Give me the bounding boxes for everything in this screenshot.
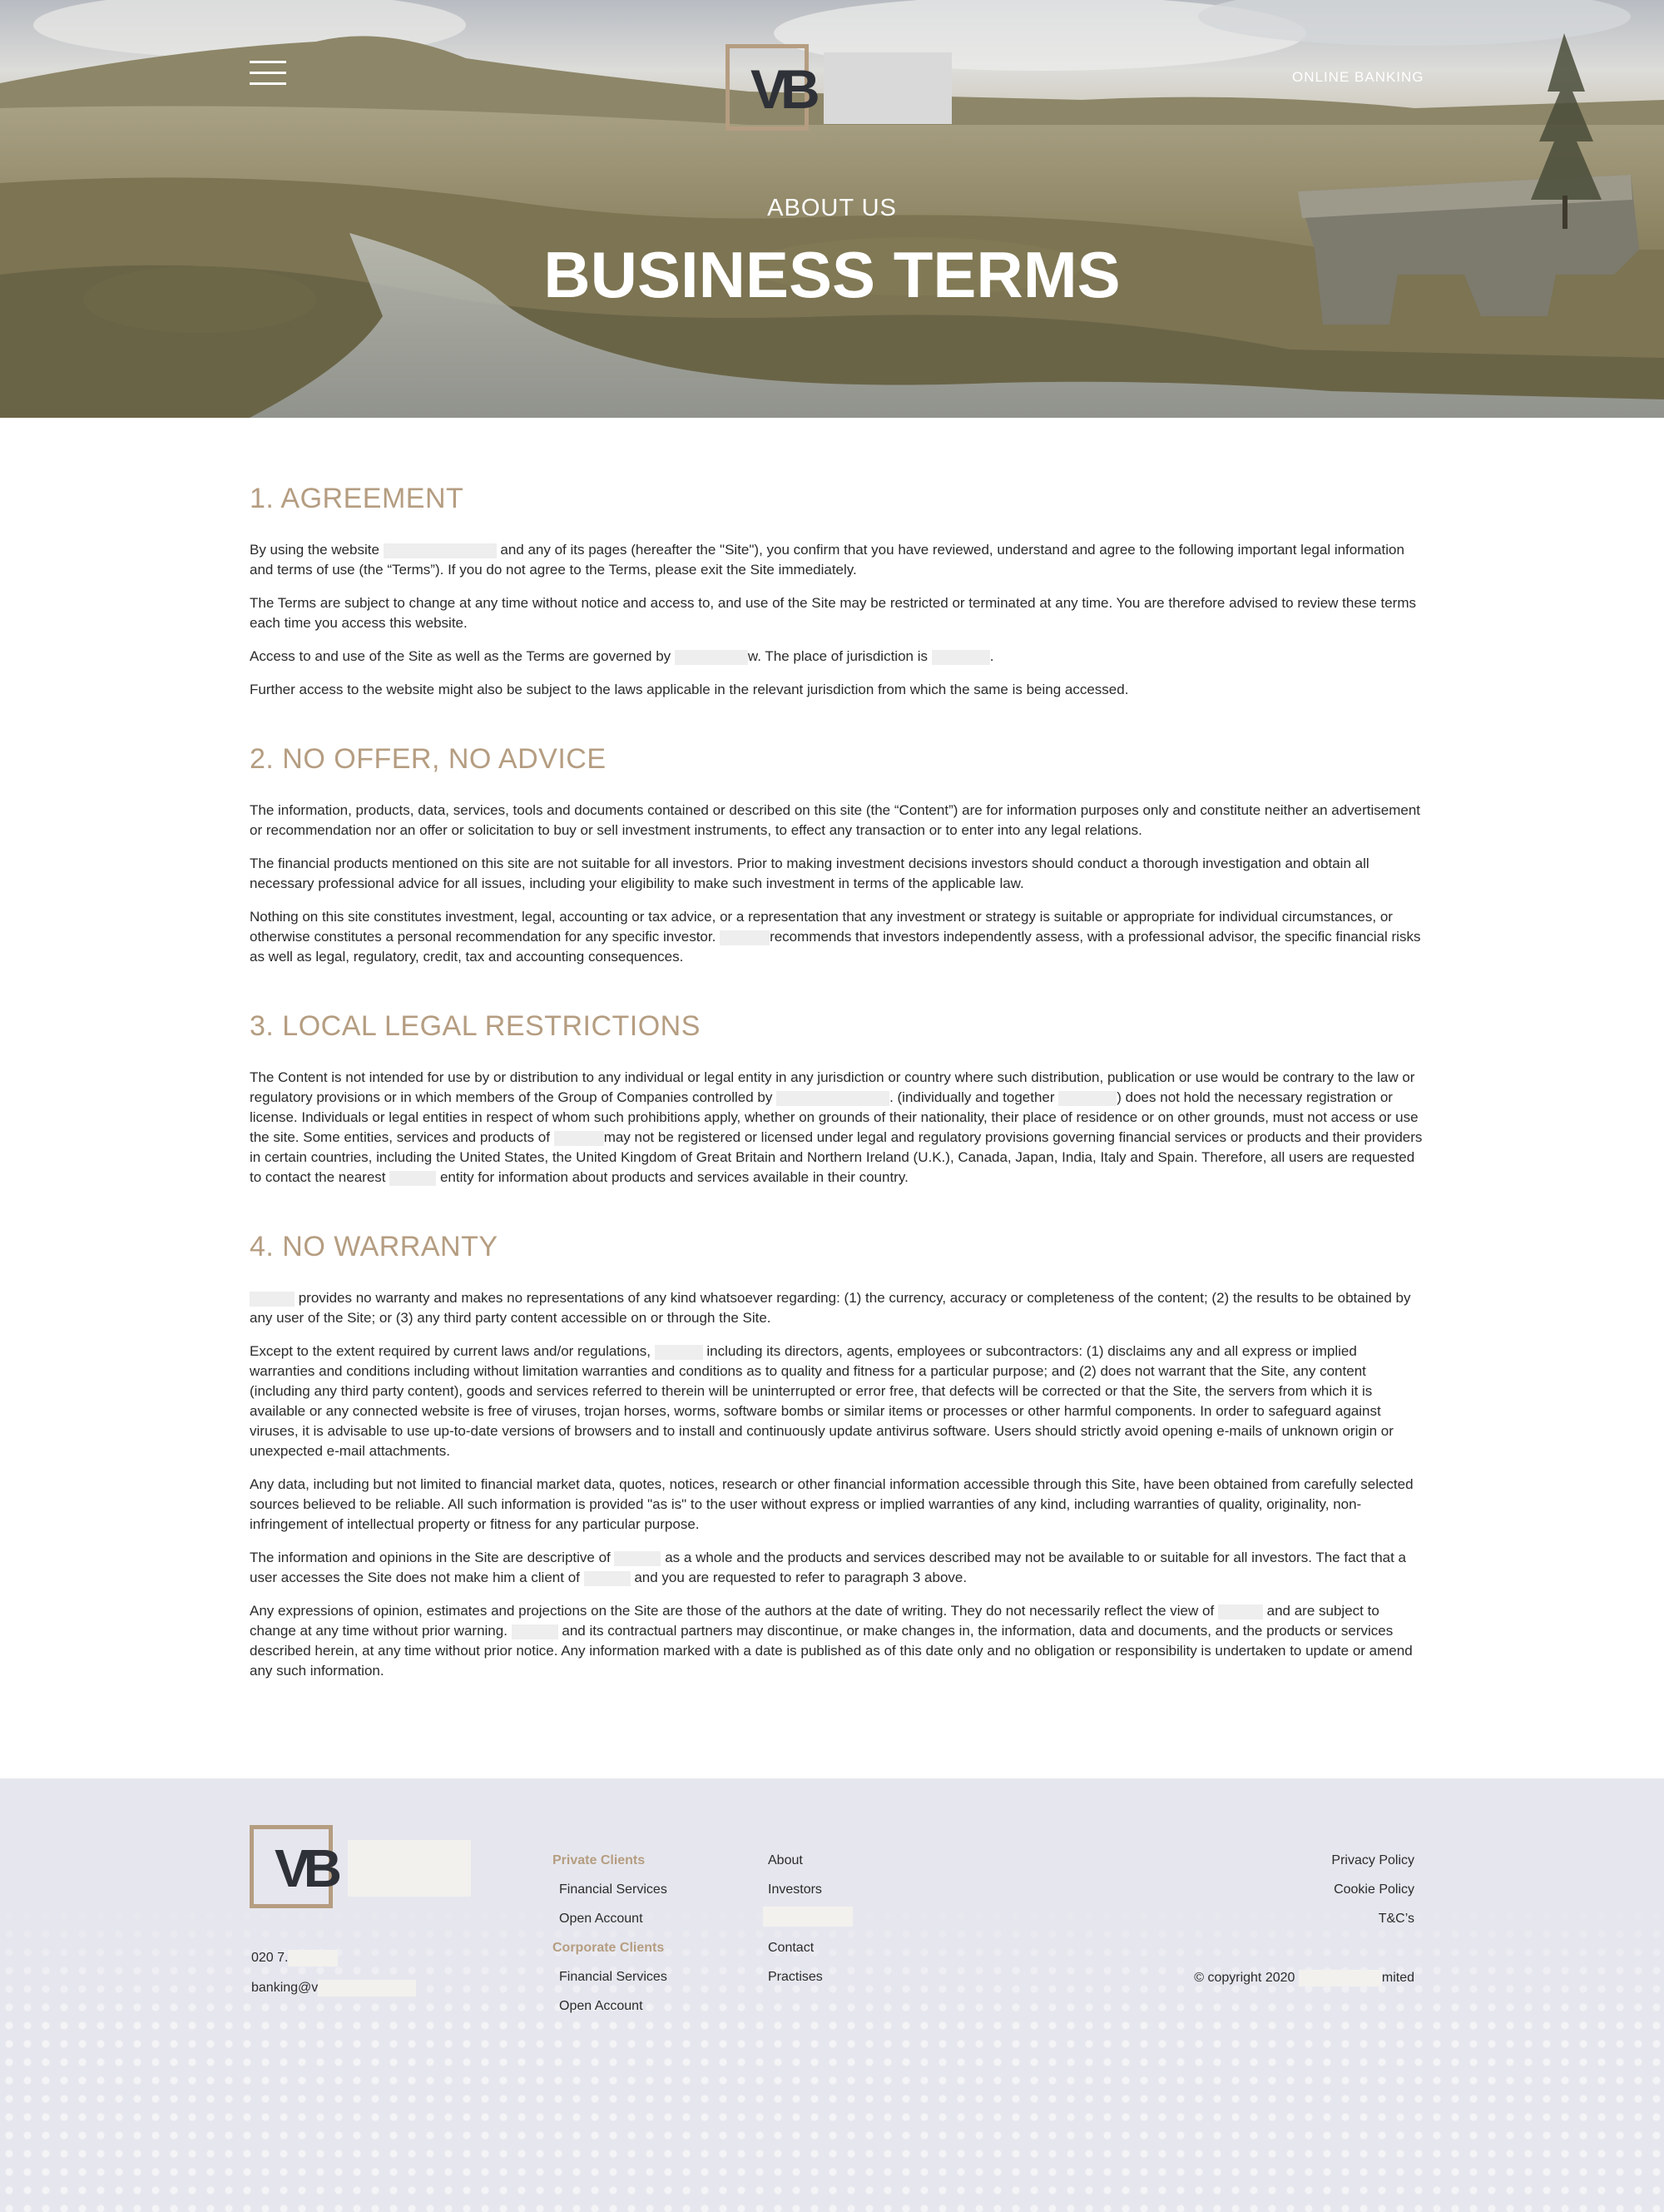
redacted-text xyxy=(288,1950,339,1966)
redacted-text xyxy=(318,1980,417,1996)
footer-practises-link[interactable]: Practises xyxy=(768,1970,823,1985)
hero-banner: VB ONLINE BANKING ABOUT US BUSINESS TERM… xyxy=(0,0,1664,418)
redacted-text xyxy=(1217,1604,1263,1619)
footer-phone-text: 020 7. xyxy=(251,1951,289,1966)
redacted-text xyxy=(931,649,990,665)
terms-content: 1. AGREEMENT By using the website and any… xyxy=(250,483,1423,1724)
hamburger-line xyxy=(250,82,286,85)
footer-private-financial-services[interactable]: Financial Services xyxy=(559,1882,667,1897)
terms-section: 4. NO WARRANTY provides no warranty and … xyxy=(250,1231,1423,1681)
terms-section: 1. AGREEMENT By using the website and any… xyxy=(250,483,1423,700)
footer-corporate-open-account[interactable]: Open Account xyxy=(559,1999,643,2014)
footer-legal-column: Privacy Policy Cookie Policy T&C’s © cop… xyxy=(1082,1853,1414,2003)
footer-tcs-link[interactable]: T&C’s xyxy=(1379,1912,1414,1927)
logo-monogram: VB xyxy=(275,1838,342,1898)
paragraph-text: By using the website xyxy=(250,542,384,558)
logo-wordmark-redacted xyxy=(824,52,952,124)
footer-email[interactable]: banking@v xyxy=(251,1980,417,1996)
footer-privacy-policy-link[interactable]: Privacy Policy xyxy=(1331,1853,1414,1868)
footer-about-link[interactable]: About xyxy=(768,1853,803,1868)
paragraph-text: w. The place of jurisdiction is xyxy=(747,648,932,664)
paragraph-text: . xyxy=(989,648,994,664)
footer-investors-link[interactable]: Investors xyxy=(768,1882,822,1897)
redacted-text xyxy=(511,1624,558,1639)
redacted-text xyxy=(553,1130,604,1146)
site-footer: VB 020 7. banking@v Private Clients Fina… xyxy=(0,1778,1664,2212)
copyright-suffix: mited xyxy=(1381,1971,1414,1986)
footer-company-column: About Investors Contact Practises xyxy=(763,1853,901,2003)
redacted-text xyxy=(1298,1970,1382,1986)
terms-section: 3. LOCAL LEGAL RESTRICTIONS The Content i… xyxy=(250,1010,1423,1188)
section-paragraph: Any expressions of opinion, estimates an… xyxy=(250,1601,1423,1681)
footer-logo[interactable]: VB xyxy=(250,1825,471,1908)
redacted-text xyxy=(250,1291,295,1307)
hamburger-menu-icon[interactable] xyxy=(250,61,286,86)
hamburger-line xyxy=(250,61,286,63)
page-title: BUSINESS TERMS xyxy=(543,238,1121,311)
section-heading: 3. LOCAL LEGAL RESTRICTIONS xyxy=(250,1010,701,1042)
footer-cookie-policy-link[interactable]: Cookie Policy xyxy=(1334,1882,1414,1897)
redacted-text xyxy=(383,543,497,558)
paragraph-text: The Terms are subject to change at any t… xyxy=(250,595,1416,631)
footer-copyright: © copyright 2020 mited xyxy=(1194,1970,1414,1986)
footer-corporate-clients[interactable]: Corporate Clients xyxy=(552,1941,664,1956)
paragraph-text: and you are requested to refer to paragr… xyxy=(630,1570,968,1585)
header-logo[interactable]: VB xyxy=(726,44,952,131)
redacted-text xyxy=(1058,1090,1117,1106)
paragraph-text: Except to the extent required by current… xyxy=(250,1343,655,1359)
section-paragraph: Except to the extent required by current… xyxy=(250,1342,1423,1461)
redacted-text xyxy=(614,1550,661,1566)
paragraph-text: The information, products, data, service… xyxy=(250,802,1421,838)
section-paragraph: The financial products mentioned on this… xyxy=(250,854,1423,894)
redacted-text xyxy=(389,1170,437,1186)
paragraph-text: The financial products mentioned on this… xyxy=(250,856,1369,891)
paragraph-text: Access to and use of the Site as well as… xyxy=(250,648,675,664)
logo-wordmark-redacted xyxy=(348,1840,471,1897)
footer-email-text: banking@v xyxy=(251,1981,319,1996)
footer-private-open-account[interactable]: Open Account xyxy=(559,1912,643,1927)
paragraph-text: Any data, including but not limited to f… xyxy=(250,1476,1414,1532)
section-paragraph: Access to and use of the Site as well as… xyxy=(250,647,1423,667)
footer-private-clients[interactable]: Private Clients xyxy=(552,1853,645,1868)
paragraph-text: Further access to the website might also… xyxy=(250,682,1129,697)
redacted-text xyxy=(674,649,748,665)
section-heading: 2. NO OFFER, NO ADVICE xyxy=(250,743,607,775)
paragraph-text: Any expressions of opinion, estimates an… xyxy=(250,1603,1218,1619)
footer-phone[interactable]: 020 7. xyxy=(251,1950,339,1966)
redacted-text xyxy=(583,1570,631,1586)
section-heading: 4. NO WARRANTY xyxy=(250,1231,498,1262)
redacted-text xyxy=(720,930,770,945)
section-paragraph: Further access to the website might also… xyxy=(250,680,1423,700)
hamburger-line xyxy=(250,72,286,74)
paragraph-text: provides no warranty and makes no repres… xyxy=(250,1290,1411,1326)
redacted-text xyxy=(776,1090,890,1106)
paragraph-text: entity for information about products an… xyxy=(436,1169,909,1185)
redacted-text xyxy=(763,1907,853,1927)
section-paragraph: The information, products, data, service… xyxy=(250,801,1423,841)
section-paragraph: Nothing on this site constitutes investm… xyxy=(250,907,1423,967)
copyright-prefix: © copyright 2020 xyxy=(1194,1971,1295,1986)
online-banking-link[interactable]: ONLINE BANKING xyxy=(1292,69,1424,86)
section-paragraph: The Content is not intended for use by o… xyxy=(250,1068,1423,1188)
footer-clients-column: Private Clients Financial Services Open … xyxy=(552,1853,719,2061)
footer-corporate-financial-services[interactable]: Financial Services xyxy=(559,1970,667,1985)
section-paragraph: Any data, including but not limited to f… xyxy=(250,1475,1423,1535)
section-paragraph: provides no warranty and makes no repres… xyxy=(250,1288,1423,1328)
section-paragraph: The Terms are subject to change at any t… xyxy=(250,593,1423,633)
page-kicker: ABOUT US xyxy=(767,195,897,221)
footer-contact-link[interactable]: Contact xyxy=(768,1941,814,1956)
paragraph-text: . (individually and together xyxy=(889,1089,1059,1105)
paragraph-text: The information and opinions in the Site… xyxy=(250,1550,615,1565)
logo-monogram: VB xyxy=(750,58,820,120)
paragraph-text: including its directors, agents, employe… xyxy=(250,1343,1394,1459)
redacted-text xyxy=(654,1344,703,1360)
section-paragraph: The information and opinions in the Site… xyxy=(250,1548,1423,1588)
section-heading: 1. AGREEMENT xyxy=(250,483,464,514)
footer-redacted-link[interactable] xyxy=(763,1907,853,1931)
section-paragraph: By using the website and any of its page… xyxy=(250,540,1423,580)
terms-section: 2. NO OFFER, NO ADVICE The information, p… xyxy=(250,743,1423,967)
